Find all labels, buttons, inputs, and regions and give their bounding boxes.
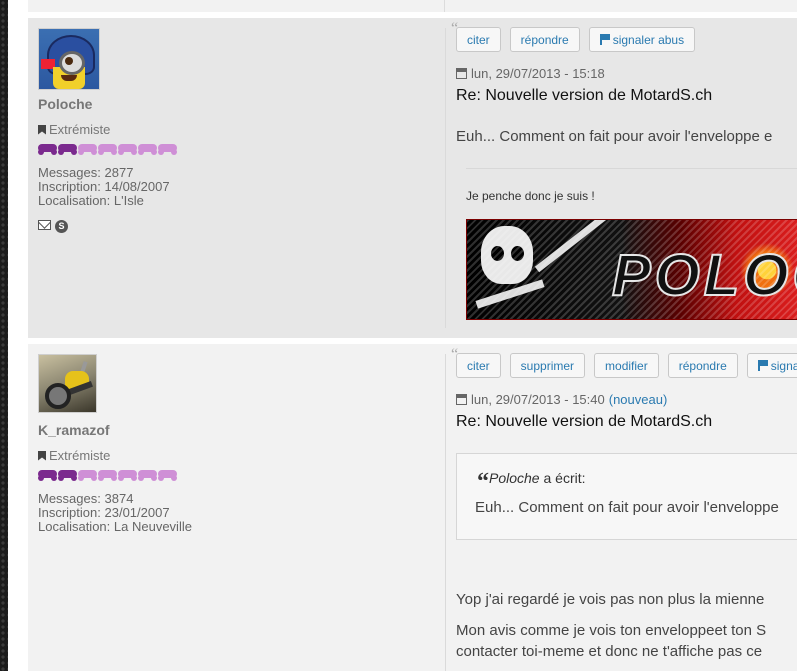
signaler-abus-button[interactable]: signa (746, 353, 797, 378)
motorcycle-icon (98, 144, 117, 155)
rank-stars (38, 144, 177, 155)
post-body-line: Yop j'ai regardé je vois pas non plus la… (456, 591, 765, 608)
post-actions: citer supprimer modifier répondre signa (456, 353, 797, 378)
calendar-icon (456, 68, 467, 79)
post-actions: citer répondre signaler abus (456, 27, 696, 52)
rank-stars (38, 470, 177, 481)
motorcycle-icon (58, 144, 77, 155)
flag-icon (599, 34, 610, 45)
username[interactable]: Poloche (38, 96, 92, 112)
post-date: lun, 29/07/2013 - 15:18 (456, 66, 605, 81)
inscription-date: 23/01/2007 (104, 505, 170, 520)
messages-label: Messages: (38, 165, 101, 180)
bookmark-icon (38, 450, 46, 461)
quote-header: “Poloche a écrit: (477, 469, 586, 496)
localisation-label: Localisation: (38, 193, 111, 208)
modifier-button[interactable]: modifier (594, 353, 659, 378)
citer-button[interactable]: citer (456, 27, 501, 52)
motorcycle-icon (78, 470, 97, 481)
mail-icon[interactable] (38, 220, 51, 230)
motorcycle-icon (38, 470, 57, 481)
forum-post: Poloche Extrémiste Messages: 2877 Inscri… (28, 18, 797, 338)
forum-thread: Poloche Extrémiste Messages: 2877 Inscri… (8, 0, 797, 671)
quote-wrote: a écrit: (543, 470, 586, 486)
motorcycle-icon (78, 144, 97, 155)
inscription-label: Inscription: (38, 179, 101, 194)
post-title: Re: Nouvelle version de MotardS.ch (456, 413, 713, 430)
repondre-button[interactable]: répondre (509, 27, 580, 52)
messages-label: Messages: (38, 491, 101, 506)
skype-icon[interactable]: S (55, 220, 68, 233)
post-body-line: contacter toi-meme et donc ne t'affiche … (456, 643, 763, 660)
inscription-date: 14/08/2007 (104, 179, 170, 194)
rank-label: Extrémiste (49, 448, 111, 463)
inscription-label: Inscription: (38, 505, 101, 520)
quote-text: Euh... Comment on fait pour avoir l'enve… (475, 499, 779, 516)
new-badge[interactable]: (nouveau) (609, 392, 668, 407)
quote-block: “Poloche a écrit: Euh... Comment on fait… (456, 453, 797, 540)
motorcycle-icon (138, 144, 157, 155)
user-stats: Messages: 2877 Inscription: 14/08/2007 L… (38, 166, 170, 208)
motorcycle-icon (118, 470, 137, 481)
calendar-icon (456, 394, 467, 405)
motorcycle-icon (38, 144, 57, 155)
motorcycle-icon (158, 470, 177, 481)
messages-count: 3874 (104, 491, 134, 506)
signature-divider (466, 168, 797, 169)
motorcycle-icon (118, 144, 137, 155)
localisation-label: Localisation: (38, 519, 111, 534)
motorcycle-icon (98, 470, 117, 481)
flag-icon (757, 360, 768, 371)
user-rank: Extrémiste (38, 448, 110, 463)
localisation-value: La Neuveville (113, 519, 192, 534)
quote-author: Poloche (489, 470, 540, 486)
motorcycle-icon (138, 470, 157, 481)
quote-mark-icon: “ (477, 469, 489, 495)
contact-icons: S (38, 220, 68, 233)
repondre-button[interactable]: répondre (667, 353, 738, 378)
supprimer-button[interactable]: supprimer (509, 353, 586, 378)
username[interactable]: K_ramazof (38, 422, 110, 438)
user-stats: Messages: 3874 Inscription: 23/01/2007 L… (38, 492, 192, 534)
citer-button[interactable]: citer (456, 353, 501, 378)
post-title: Re: Nouvelle version de MotardS.ch (456, 87, 713, 104)
motorcycle-icon (158, 144, 177, 155)
post-body: Euh... Comment on fait pour avoir l'enve… (456, 128, 773, 145)
post-date: lun, 29/07/2013 - 15:40 (nouveau) (456, 392, 667, 407)
avatar[interactable] (38, 354, 97, 413)
signature-banner: POLOC (466, 219, 797, 320)
motorcycle-icon (58, 470, 77, 481)
previous-post-edge (28, 0, 797, 12)
rank-label: Extrémiste (49, 122, 111, 137)
avatar[interactable] (38, 28, 100, 90)
banner-text: POLOC (611, 242, 797, 309)
signature-text: Je penche donc je suis ! (466, 189, 595, 203)
signaler-abus-button[interactable]: signaler abus (588, 27, 696, 52)
forum-post: K_ramazof Extrémiste Messages: 3874 Insc… (28, 344, 797, 671)
messages-count: 2877 (104, 165, 134, 180)
user-rank: Extrémiste (38, 122, 110, 137)
localisation-value: L'Isle (113, 193, 144, 208)
post-body-line: Mon avis comme je vois ton enveloppeet t… (456, 622, 767, 639)
bookmark-icon (38, 124, 46, 135)
